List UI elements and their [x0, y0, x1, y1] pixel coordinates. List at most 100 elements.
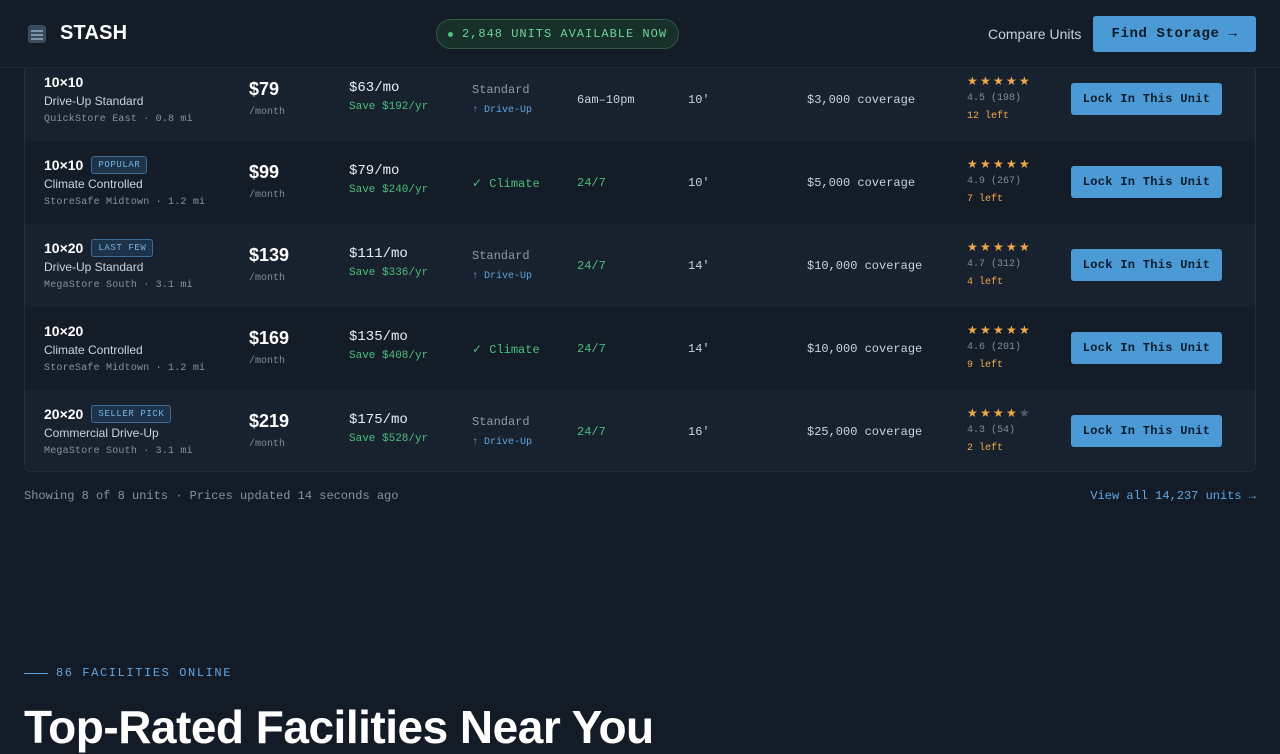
climate-feature: ✓ Climate: [472, 177, 540, 191]
price-period: /month: [249, 439, 286, 450]
unit-size-cell: 10×10 Drive-Up Standard QuickStore East …: [44, 73, 193, 125]
unit-price: $169: [249, 328, 290, 348]
ceiling-height: 10': [688, 93, 710, 107]
facility-location: MegaStore South · 3.1 mi: [44, 446, 193, 457]
star-icon: ★: [967, 158, 978, 172]
rating-score: 4.7 (312): [967, 259, 1022, 270]
compare-units-link[interactable]: Compare Units: [988, 26, 1081, 42]
availability-text: 2,848 UNITS AVAILABLE NOW: [461, 27, 668, 41]
drive-up-feature: ↑ Drive-Up: [472, 437, 533, 448]
unit-size: 10×20: [44, 323, 84, 339]
star-icon: ★: [1006, 241, 1017, 255]
access-hours: 24/7: [577, 176, 606, 190]
star-icon: ★: [1006, 324, 1017, 338]
star-rating: ★ ★ ★ ★ ★: [967, 158, 1032, 172]
unit-size: 10×20: [44, 240, 84, 256]
unit-type: Climate Controlled: [44, 343, 143, 357]
promo-cell: $111/mo Save $336/yr: [349, 246, 428, 279]
unit-size-cell: 10×10 POPULAR Climate Controlled StoreSa…: [44, 156, 205, 208]
section-eyebrow: 86 FACILITIES ONLINE: [24, 666, 232, 680]
units-left: 4 left: [967, 277, 1004, 288]
standard-feature: Standard: [472, 415, 530, 429]
annual-savings: Save $240/yr: [349, 184, 429, 196]
promo-price: $79/mo: [349, 163, 400, 179]
find-storage-button[interactable]: Find Storage →: [1093, 16, 1256, 52]
star-rating: ★ ★ ★ ★ ★: [967, 324, 1032, 338]
star-icon: ★: [993, 324, 1004, 338]
view-all-units-link[interactable]: View all 14,237 units →: [1090, 489, 1256, 503]
unit-type: Commercial Drive-Up: [44, 426, 159, 440]
star-icon: ★: [993, 241, 1004, 255]
price-cell: $169 /month: [249, 328, 289, 367]
units-left: 12 left: [967, 111, 1010, 122]
brand-name: STASH: [60, 22, 128, 44]
table-row: 10×10 POPULAR Climate Controlled StoreSa…: [25, 141, 1255, 224]
table-row: 20×20 SELLER PICK Commercial Drive-Up Me…: [25, 390, 1255, 471]
unit-size: 10×10: [44, 74, 84, 90]
standard-feature: Standard: [472, 83, 530, 97]
unit-size-cell: 20×20 SELLER PICK Commercial Drive-Up Me…: [44, 405, 193, 457]
lock-in-unit-button[interactable]: Lock In This Unit: [1071, 166, 1222, 198]
promo-cell: $63/mo Save $192/yr: [349, 80, 428, 113]
table-row: 10×10 Drive-Up Standard QuickStore East …: [25, 58, 1255, 141]
unit-size-cell: 10×20 Climate Controlled StoreSafe Midto…: [44, 322, 205, 374]
access-hours: 24/7: [577, 342, 606, 356]
promo-cell: $135/mo Save $408/yr: [349, 329, 428, 362]
star-icon: ★: [967, 324, 978, 338]
star-icon: ★: [967, 241, 978, 255]
star-icon: ★: [1006, 158, 1017, 172]
eyebrow-line: [24, 672, 48, 674]
facility-location: MegaStore South · 3.1 mi: [44, 280, 193, 291]
unit-badge: LAST FEW: [91, 239, 154, 257]
feature-cell: Standard ↑ Drive-Up: [472, 249, 532, 282]
lock-in-unit-button[interactable]: Lock In This Unit: [1071, 415, 1222, 447]
star-rating: ★ ★ ★ ★ ★: [967, 241, 1032, 255]
arrow-right-icon: →: [1228, 26, 1238, 42]
drive-up-feature: ↑ Drive-Up: [472, 271, 533, 282]
star-icon: ★: [993, 158, 1004, 172]
star-icon: ★: [1019, 158, 1030, 172]
promo-price: $111/mo: [349, 246, 408, 262]
annual-savings: Save $528/yr: [349, 433, 429, 445]
rating-score: 4.5 (198): [967, 93, 1022, 104]
rating-score: 4.6 (201): [967, 342, 1022, 353]
access-hours: 24/7: [577, 259, 606, 273]
price-period: /month: [249, 356, 286, 367]
rating-cell: ★ ★ ★ ★ ★ 4.7 (312) 4 left: [967, 241, 1032, 288]
star-rating: ★ ★ ★ ★ ★: [967, 75, 1032, 89]
facility-location: StoreSafe Midtown · 1.2 mi: [44, 363, 206, 374]
rating-cell: ★ ★ ★ ★ ★ 4.6 (201) 9 left: [967, 324, 1032, 371]
unit-type: Drive-Up Standard: [44, 260, 144, 274]
star-icon: ★: [1006, 75, 1017, 89]
unit-price: $79: [249, 79, 280, 99]
climate-feature: ✓ Climate: [472, 343, 540, 357]
lock-in-unit-button[interactable]: Lock In This Unit: [1071, 249, 1222, 281]
star-icon: ★: [980, 75, 991, 89]
brand[interactable]: STASH: [28, 22, 127, 45]
star-icon: ★: [993, 407, 1004, 421]
price-cell: $79 /month: [249, 79, 285, 118]
star-icon: ★: [967, 75, 978, 89]
star-icon: ★: [1006, 407, 1017, 421]
units-left: 9 left: [967, 360, 1004, 371]
rating-score: 4.9 (267): [967, 176, 1022, 187]
unit-price: $99: [249, 162, 280, 182]
star-icon: ★: [967, 407, 978, 421]
facility-location: StoreSafe Midtown · 1.2 mi: [44, 197, 206, 208]
price-period: /month: [249, 107, 286, 118]
star-icon: ★: [1019, 407, 1030, 421]
lock-in-unit-button[interactable]: Lock In This Unit: [1071, 332, 1222, 364]
star-icon: ★: [1019, 75, 1030, 89]
facility-location: QuickStore East · 0.8 mi: [44, 114, 193, 125]
lock-in-unit-button[interactable]: Lock In This Unit: [1071, 83, 1222, 115]
annual-savings: Save $336/yr: [349, 267, 429, 279]
storage-building-icon: [28, 24, 46, 43]
access-hours: 24/7: [577, 425, 606, 439]
insurance-coverage: $5,000 coverage: [807, 176, 916, 190]
rating-cell: ★ ★ ★ ★ ★ 4.9 (267) 7 left: [967, 158, 1032, 205]
insurance-coverage: $10,000 coverage: [807, 259, 923, 273]
unit-badge: SELLER PICK: [91, 405, 172, 423]
rating-cell: ★ ★ ★ ★ ★ 4.3 (54) 2 left: [967, 407, 1032, 454]
star-icon: ★: [1019, 324, 1030, 338]
standard-feature: Standard: [472, 249, 530, 263]
